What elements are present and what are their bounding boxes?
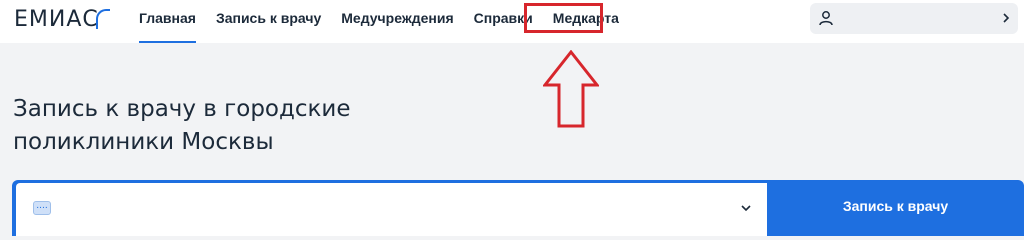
page-title-line-2: поликлиники Москвы (13, 129, 274, 155)
top-navigation-bar: ЕМИАС Главная Запись к врачу Медучрежден… (0, 0, 1024, 43)
nav-item-appointment[interactable]: Запись к врачу (216, 0, 321, 43)
book-appointment-button[interactable]: Запись к врачу (767, 180, 1024, 236)
page-title-line-1: Запись к врачу в городские (13, 96, 351, 122)
up-arrow-annotation-icon (543, 50, 599, 128)
nav-item-clinics[interactable]: Медучреждения (341, 0, 453, 43)
user-icon (819, 11, 833, 26)
chevron-down-icon (741, 205, 751, 212)
nav-item-home[interactable]: Главная (139, 0, 196, 43)
user-profile-button[interactable] (810, 3, 1018, 34)
emias-logo[interactable]: ЕМИАС (14, 7, 99, 32)
logo-accent-mark (96, 9, 110, 29)
chevron-right-icon (1003, 13, 1010, 23)
policy-select-field[interactable]: .... (16, 183, 767, 236)
highlight-box-medical-record (524, 3, 603, 33)
page-title: Запись к врачу в городские поликлиники М… (13, 93, 513, 159)
policy-card-icon: .... (33, 201, 51, 215)
